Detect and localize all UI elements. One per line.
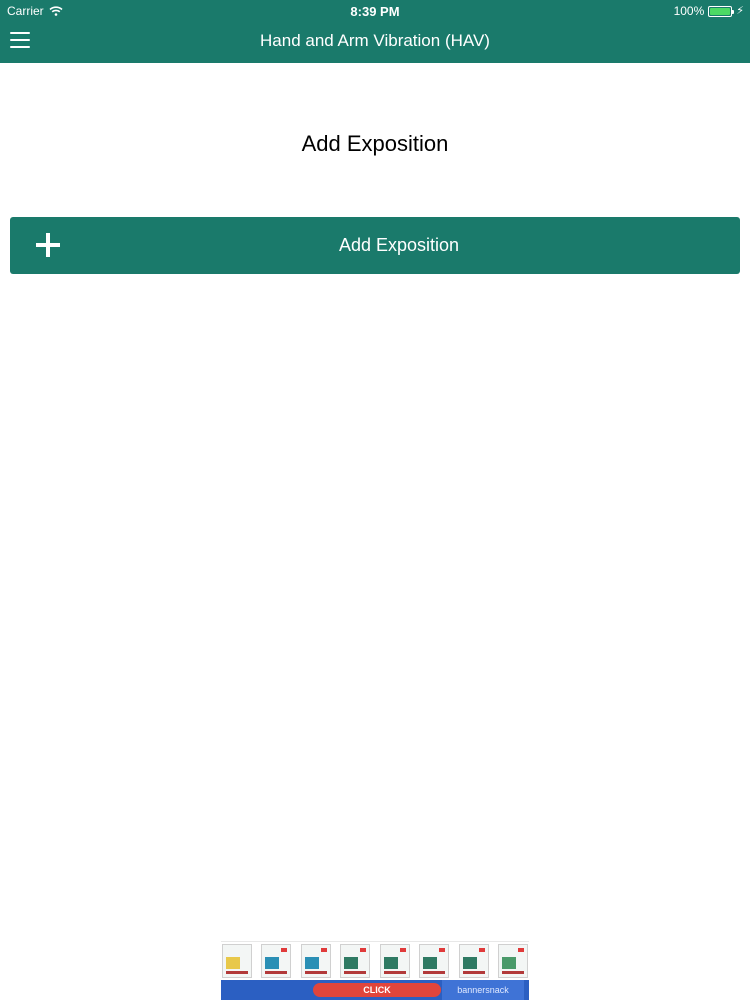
section-heading: Add Exposition xyxy=(301,131,449,156)
ad-thumbnail xyxy=(497,944,528,978)
status-time: 8:39 PM xyxy=(350,4,400,19)
plus-icon xyxy=(36,233,60,257)
battery-percent: 100% xyxy=(673,4,705,18)
ad-thumbnail xyxy=(340,944,371,978)
ad-thumbnail xyxy=(222,944,252,978)
ad-thumbnail xyxy=(261,944,292,978)
ad-thumbnail xyxy=(379,944,410,978)
ad-thumbnail xyxy=(458,944,489,978)
ad-banner[interactable]: CLICK bannersnack xyxy=(221,941,529,1000)
top-bar: Carrier 8:39 PM 100% ⚡ Hand and Arm Vibr… xyxy=(0,0,750,63)
status-bar: Carrier 8:39 PM 100% ⚡ xyxy=(0,0,750,22)
add-exposition-button[interactable]: Add Exposition xyxy=(10,217,740,274)
ad-thumbnails xyxy=(221,944,529,980)
charging-bolt-icon: ⚡ xyxy=(736,4,744,17)
add-exposition-label: Add Exposition xyxy=(338,235,460,255)
ad-thumbnail xyxy=(419,944,450,978)
battery-group: 100% ⚡ xyxy=(674,4,744,18)
ad-thumbnail xyxy=(300,944,331,978)
nav-bar: Hand and Arm Vibration (HAV) xyxy=(0,22,750,63)
ad-footer: CLICK bannersnack xyxy=(221,980,529,1000)
battery-icon xyxy=(708,5,735,17)
ad-click-button[interactable]: CLICK xyxy=(313,983,441,997)
page-title: Hand and Arm Vibration (HAV) xyxy=(260,31,490,50)
ad-brand-label: bannersnack xyxy=(442,980,524,1000)
